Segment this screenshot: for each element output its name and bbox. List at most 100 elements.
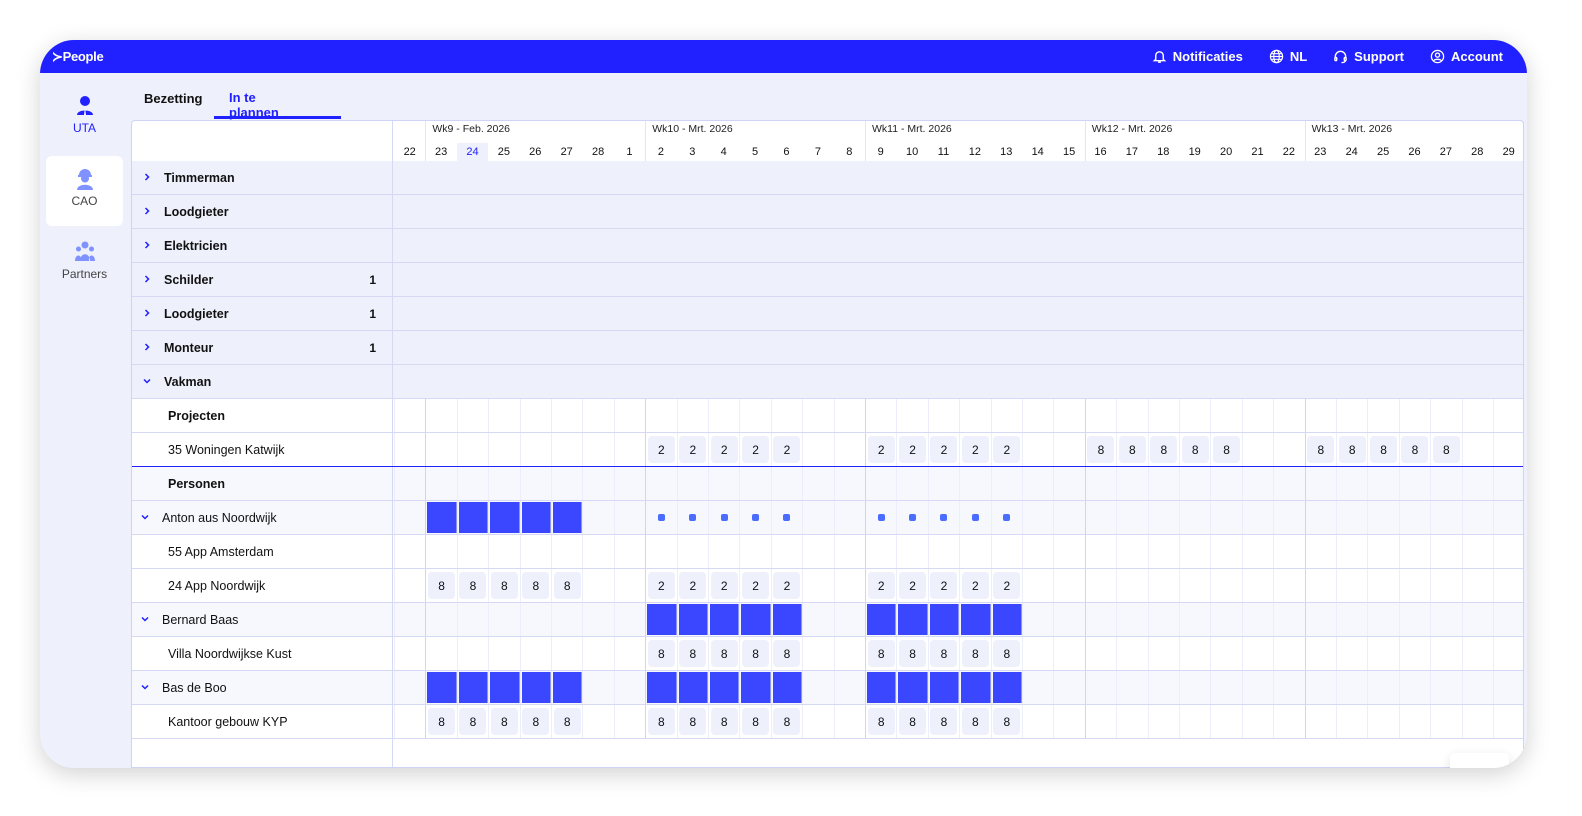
- day-cell[interactable]: [990, 535, 1022, 568]
- day-cell[interactable]: 8: [645, 637, 676, 670]
- day-cell[interactable]: 2: [896, 569, 927, 602]
- day-cell[interactable]: [1084, 637, 1116, 670]
- category-row[interactable]: Loodgieter 1: [132, 297, 1523, 331]
- day-cell[interactable]: [1147, 501, 1179, 534]
- day-cell[interactable]: 8: [456, 569, 488, 602]
- day-cell[interactable]: [802, 399, 833, 432]
- day-cell[interactable]: [456, 433, 488, 466]
- day-cell[interactable]: [1430, 569, 1461, 602]
- day-cell[interactable]: [1116, 399, 1147, 432]
- day-cell[interactable]: 8: [708, 637, 739, 670]
- day-cell[interactable]: [1398, 399, 1430, 432]
- day-label[interactable]: 10: [896, 143, 927, 161]
- scheduled-block[interactable]: [458, 502, 489, 533]
- day-cell[interactable]: 2: [896, 433, 927, 466]
- day-cell[interactable]: [1022, 433, 1053, 466]
- day-label[interactable]: 6: [771, 143, 802, 161]
- day-cell[interactable]: [425, 671, 457, 704]
- day-cell[interactable]: [1273, 603, 1304, 636]
- day-cell[interactable]: [833, 671, 865, 704]
- day-cell[interactable]: [1398, 637, 1430, 670]
- day-cell[interactable]: [990, 671, 1022, 704]
- day-label[interactable]: 19: [1179, 143, 1210, 161]
- day-cell[interactable]: [676, 467, 708, 500]
- day-cell[interactable]: 8: [865, 637, 896, 670]
- day-cell[interactable]: [1179, 671, 1210, 704]
- day-cell[interactable]: [1147, 671, 1179, 704]
- day-cell[interactable]: [865, 467, 896, 500]
- day-cell[interactable]: [488, 501, 520, 534]
- day-cell[interactable]: [1461, 603, 1493, 636]
- scheduled-block[interactable]: [898, 604, 928, 635]
- day-cell[interactable]: [1398, 671, 1430, 704]
- day-cell[interactable]: [613, 535, 645, 568]
- sidebar-item-cao[interactable]: CAO: [46, 156, 123, 226]
- day-cell[interactable]: [613, 569, 645, 602]
- scheduled-block[interactable]: [929, 672, 960, 703]
- day-cell[interactable]: 8: [1336, 433, 1367, 466]
- day-cell[interactable]: [1304, 603, 1336, 636]
- day-cell[interactable]: [927, 671, 960, 704]
- day-cell[interactable]: [613, 603, 645, 636]
- day-cell[interactable]: [927, 535, 959, 568]
- day-cell[interactable]: [833, 433, 865, 466]
- day-cell[interactable]: [1430, 535, 1461, 568]
- day-label[interactable]: 28: [1462, 143, 1493, 161]
- logo[interactable]: ≻People: [52, 49, 104, 65]
- day-cell[interactable]: [1053, 467, 1084, 500]
- day-cell[interactable]: 8: [927, 637, 959, 670]
- chevron-right-icon[interactable]: [142, 239, 156, 253]
- chevron-right-icon[interactable]: [142, 273, 156, 287]
- day-cell[interactable]: [833, 467, 865, 500]
- scheduled-block[interactable]: [490, 672, 520, 703]
- day-cell[interactable]: 2: [959, 433, 990, 466]
- scheduled-block[interactable]: [490, 502, 520, 533]
- day-cell[interactable]: 2: [676, 433, 708, 466]
- day-cell[interactable]: [1147, 399, 1179, 432]
- day-cell[interactable]: [645, 467, 676, 500]
- day-cell[interactable]: [1053, 535, 1084, 568]
- day-cell[interactable]: [1116, 603, 1147, 636]
- day-cell[interactable]: [1336, 603, 1367, 636]
- day-cell[interactable]: 8: [519, 705, 551, 738]
- day-cell[interactable]: [1147, 467, 1179, 500]
- day-cell[interactable]: 8: [1084, 433, 1116, 466]
- day-cell[interactable]: [551, 671, 583, 704]
- day-label[interactable]: 22: [394, 143, 425, 161]
- day-cell[interactable]: [1022, 569, 1053, 602]
- day-cell[interactable]: [1493, 637, 1523, 670]
- day-cell[interactable]: [613, 433, 645, 466]
- day-cell[interactable]: 8: [959, 637, 990, 670]
- day-cell[interactable]: [394, 637, 425, 670]
- day-cell[interactable]: [456, 671, 489, 704]
- day-label[interactable]: 23: [425, 143, 456, 161]
- day-cell[interactable]: [770, 467, 802, 500]
- day-cell[interactable]: [1116, 467, 1147, 500]
- day-cell[interactable]: 8: [708, 705, 739, 738]
- day-cell[interactable]: 8: [959, 705, 990, 738]
- day-cell[interactable]: [1493, 569, 1523, 602]
- day-cell[interactable]: [1273, 705, 1304, 738]
- day-cell[interactable]: [896, 399, 927, 432]
- day-cell[interactable]: [519, 671, 551, 704]
- day-cell[interactable]: [1304, 399, 1336, 432]
- day-cell[interactable]: 2: [708, 433, 739, 466]
- scheduled-block[interactable]: [710, 604, 740, 635]
- day-label[interactable]: 13: [991, 143, 1022, 161]
- day-cell[interactable]: 8: [1179, 433, 1210, 466]
- day-cell[interactable]: [1273, 535, 1304, 568]
- category-row[interactable]: Schilder 1: [132, 263, 1523, 297]
- day-cell[interactable]: [959, 399, 990, 432]
- day-cell[interactable]: [770, 399, 802, 432]
- day-cell[interactable]: [1053, 501, 1084, 534]
- day-cell[interactable]: 8: [1147, 433, 1179, 466]
- day-cell[interactable]: [488, 637, 519, 670]
- day-cell[interactable]: [613, 705, 645, 738]
- scheduled-block[interactable]: [553, 502, 583, 533]
- day-cell[interactable]: 2: [739, 569, 770, 602]
- day-cell[interactable]: [1367, 705, 1398, 738]
- day-label[interactable]: 1: [614, 143, 645, 161]
- day-cell[interactable]: [865, 535, 896, 568]
- day-cell[interactable]: [551, 501, 583, 534]
- day-cell[interactable]: [645, 671, 677, 704]
